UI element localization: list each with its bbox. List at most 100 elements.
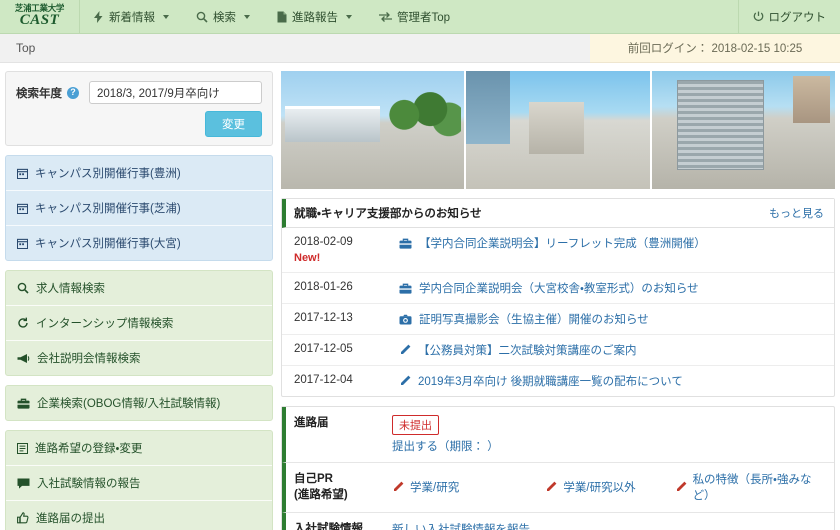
- megaphone-icon: [17, 353, 30, 364]
- calendar-icon: [17, 168, 28, 179]
- self-pr-link-study[interactable]: 学業/研究: [392, 471, 545, 503]
- comment-icon: [17, 478, 30, 489]
- calendar-icon: [17, 238, 28, 249]
- news-panel: 就職・キャリア支援部からのお知らせ もっと見る 2018-02-09 New! …: [281, 198, 835, 397]
- sidebar-item-career-form-submit[interactable]: 進路届の提出: [6, 501, 272, 530]
- nav-item-admin-top-label: 管理者Top: [397, 9, 450, 25]
- news-item-date: 2017-12-13: [294, 311, 399, 327]
- change-year-button[interactable]: 変更: [205, 111, 262, 137]
- main-content: 就職・キャリア支援部からのお知らせ もっと見る 2018-02-09 New! …: [281, 71, 835, 530]
- briefcase-icon: [399, 238, 412, 249]
- news-item-date-wrap: 2018-02-09 New!: [294, 235, 399, 265]
- nav-item-search-label: 検索: [213, 9, 236, 25]
- status-row-exam-info: 入社試験情報 (0社) 新しい入社試験情報を報告: [282, 513, 834, 530]
- status-row-content: 新しい入社試験情報を報告: [392, 521, 824, 530]
- search-year-input[interactable]: [89, 81, 262, 104]
- news-item-text: 2019年3月卒向け 後期就職講座一覧の配布について: [418, 373, 683, 389]
- status-table: 進路届 未提出 提出する（期限： ） 自己PR (進路希望): [281, 406, 835, 530]
- site-logo[interactable]: 芝浦工業大学 CAST: [0, 0, 80, 33]
- sidebar-item-label: インターンシップ情報検索: [36, 315, 173, 331]
- news-item-link[interactable]: 証明写真撮影会（生協主催）開催のお知らせ: [399, 311, 649, 327]
- breadcrumb-bar: Top 前回ログイン： 2018-02-15 10:25: [0, 34, 840, 63]
- news-item[interactable]: 2017-12-05 【公務員対策】二次試験対策講座のご案内: [282, 335, 834, 366]
- company-search-panel: 企業検索(OBOG情報/入社試験情報): [5, 385, 273, 421]
- question-circle-icon[interactable]: ?: [67, 87, 79, 99]
- sidebar-item-internship-search[interactable]: インターンシップ情報検索: [6, 306, 272, 341]
- news-item-new-badge: New!: [294, 251, 399, 266]
- breadcrumb[interactable]: Top: [0, 34, 590, 63]
- status-row-content: 未提出 提出する（期限： ）: [392, 415, 824, 454]
- campus-photo-banner: [281, 71, 835, 189]
- news-item-link[interactable]: 【学内合同企業説明会】リーフレット完成（豊洲開催）: [399, 235, 706, 251]
- shinro-submit-link[interactable]: 提出する（期限： ）: [392, 438, 499, 454]
- sidebar: 検索年度 ? 変更 キャンパス別開催行事(豊洲): [5, 71, 273, 530]
- sidebar-item-campus-event-shibaura[interactable]: キャンパス別開催行事(芝浦): [6, 191, 272, 226]
- year-filter-label: 検索年度 ?: [16, 85, 79, 101]
- status-row-content: 学業/研究 学業/研究以外 私の特徴（長所・強みなど: [392, 471, 824, 503]
- status-row-label: 進路届: [294, 415, 392, 431]
- news-item-date: 2018-01-26: [294, 280, 399, 296]
- sidebar-item-job-search[interactable]: 求人情報検索: [6, 271, 272, 306]
- self-pr-sublabel: (進路希望): [294, 489, 348, 501]
- news-item-link[interactable]: 【公務員対策】二次試験対策講座のご案内: [399, 342, 637, 358]
- pencil-icon: [399, 375, 411, 387]
- refresh-icon: [17, 317, 29, 329]
- sidebar-item-exam-report[interactable]: 入社試験情報の報告: [6, 466, 272, 501]
- year-filter-box: 検索年度 ? 変更: [6, 72, 272, 145]
- news-item-link[interactable]: 学内合同企業説明会（大宮校舎・教室形式）のお知らせ: [399, 280, 699, 296]
- self-pr-label: 自己PR: [294, 473, 333, 485]
- year-filter-button-row: 変更: [16, 111, 262, 137]
- last-login-info: 前回ログイン： 2018-02-15 10:25: [590, 34, 840, 63]
- document-icon: [277, 11, 287, 23]
- exchange-icon: [379, 11, 392, 23]
- news-item-link[interactable]: 2019年3月卒向け 後期就職講座一覧の配布について: [399, 373, 683, 389]
- self-pr-link-traits[interactable]: 私の特徴（長所・強みなど）: [675, 471, 824, 503]
- news-item[interactable]: 2018-01-26 学内合同企業説明会（大宮校舎・教室形式）のお知らせ: [282, 273, 834, 304]
- report-menu-panel: 進路希望の登録・変更 入社試験情報の報告 進路届の提出: [5, 430, 273, 530]
- calendar-icon: [17, 203, 28, 214]
- news-header: 就職・キャリア支援部からのお知らせ もっと見る: [282, 199, 834, 228]
- chevron-down-icon: [346, 15, 352, 19]
- nav-item-new-info[interactable]: 新着情報: [80, 0, 183, 33]
- nav-item-admin-top[interactable]: 管理者Top: [366, 0, 464, 33]
- shinro-status-block: 未提出 提出する（期限： ）: [392, 415, 499, 454]
- exam-info-report-link[interactable]: 新しい入社試験情報を報告: [392, 521, 530, 530]
- nav-items: 新着情報 検索 進路報告 管理者Top: [80, 0, 464, 33]
- nav-spacer: [464, 0, 737, 33]
- page-body: 検索年度 ? 変更 キャンパス別開催行事(豊洲): [0, 63, 840, 530]
- logout-button[interactable]: ログアウト: [738, 0, 840, 33]
- nav-item-new-info-label: 新着情報: [109, 9, 155, 25]
- status-row-self-pr: 自己PR (進路希望) 学業/研究: [282, 463, 834, 512]
- sidebar-item-company-briefing-search[interactable]: 会社説明会情報検索: [6, 341, 272, 375]
- sidebar-item-label: 求人情報検索: [36, 280, 105, 296]
- pencil-icon: [675, 481, 687, 493]
- news-item[interactable]: 2017-12-13 証明写真撮影会（生協主催）開催のお知らせ: [282, 304, 834, 335]
- news-more-link[interactable]: もっと見る: [769, 205, 824, 221]
- search-icon: [196, 11, 208, 23]
- nav-item-career-report[interactable]: 進路報告: [264, 0, 366, 33]
- power-icon: [753, 11, 764, 22]
- news-item-text: 【公務員対策】二次試験対策講座のご案内: [418, 342, 637, 358]
- nav-item-career-report-label: 進路報告: [292, 9, 338, 25]
- sidebar-item-career-wish-register[interactable]: 進路希望の登録・変更: [6, 431, 272, 466]
- self-pr-link-other[interactable]: 学業/研究以外: [545, 471, 674, 503]
- news-item[interactable]: 2017-12-04 2019年3月卒向け 後期就職講座一覧の配布について: [282, 366, 834, 396]
- year-filter-row: 検索年度 ?: [16, 81, 262, 104]
- sidebar-item-label: 企業検索(OBOG情報/入社試験情報): [37, 395, 220, 411]
- sidebar-item-company-search[interactable]: 企業検索(OBOG情報/入社試験情報): [6, 386, 272, 420]
- sidebar-item-campus-event-omiya[interactable]: キャンパス別開催行事(大宮): [6, 226, 272, 260]
- logout-label: ログアウト: [769, 9, 827, 25]
- sidebar-item-label: キャンパス別開催行事(大宮): [35, 235, 181, 251]
- sidebar-item-campus-event-toyosu[interactable]: キャンパス別開催行事(豊洲): [6, 156, 272, 191]
- status-badge: 未提出: [392, 415, 439, 435]
- camera-icon: [399, 314, 412, 325]
- briefcase-icon: [399, 283, 412, 294]
- news-item[interactable]: 2018-02-09 New! 【学内合同企業説明会】リーフレット完成（豊洲開催…: [282, 228, 834, 273]
- sidebar-item-label: 進路希望の登録・変更: [35, 440, 142, 456]
- sidebar-item-label: 会社説明会情報検索: [37, 350, 141, 366]
- nav-item-search[interactable]: 検索: [183, 0, 264, 33]
- sidebar-item-label: 進路届の提出: [36, 510, 105, 526]
- campus-photo-shibaura: [466, 71, 649, 189]
- news-title: 就職・キャリア支援部からのお知らせ: [286, 205, 769, 221]
- status-row-shinro: 進路届 未提出 提出する（期限： ）: [282, 407, 834, 463]
